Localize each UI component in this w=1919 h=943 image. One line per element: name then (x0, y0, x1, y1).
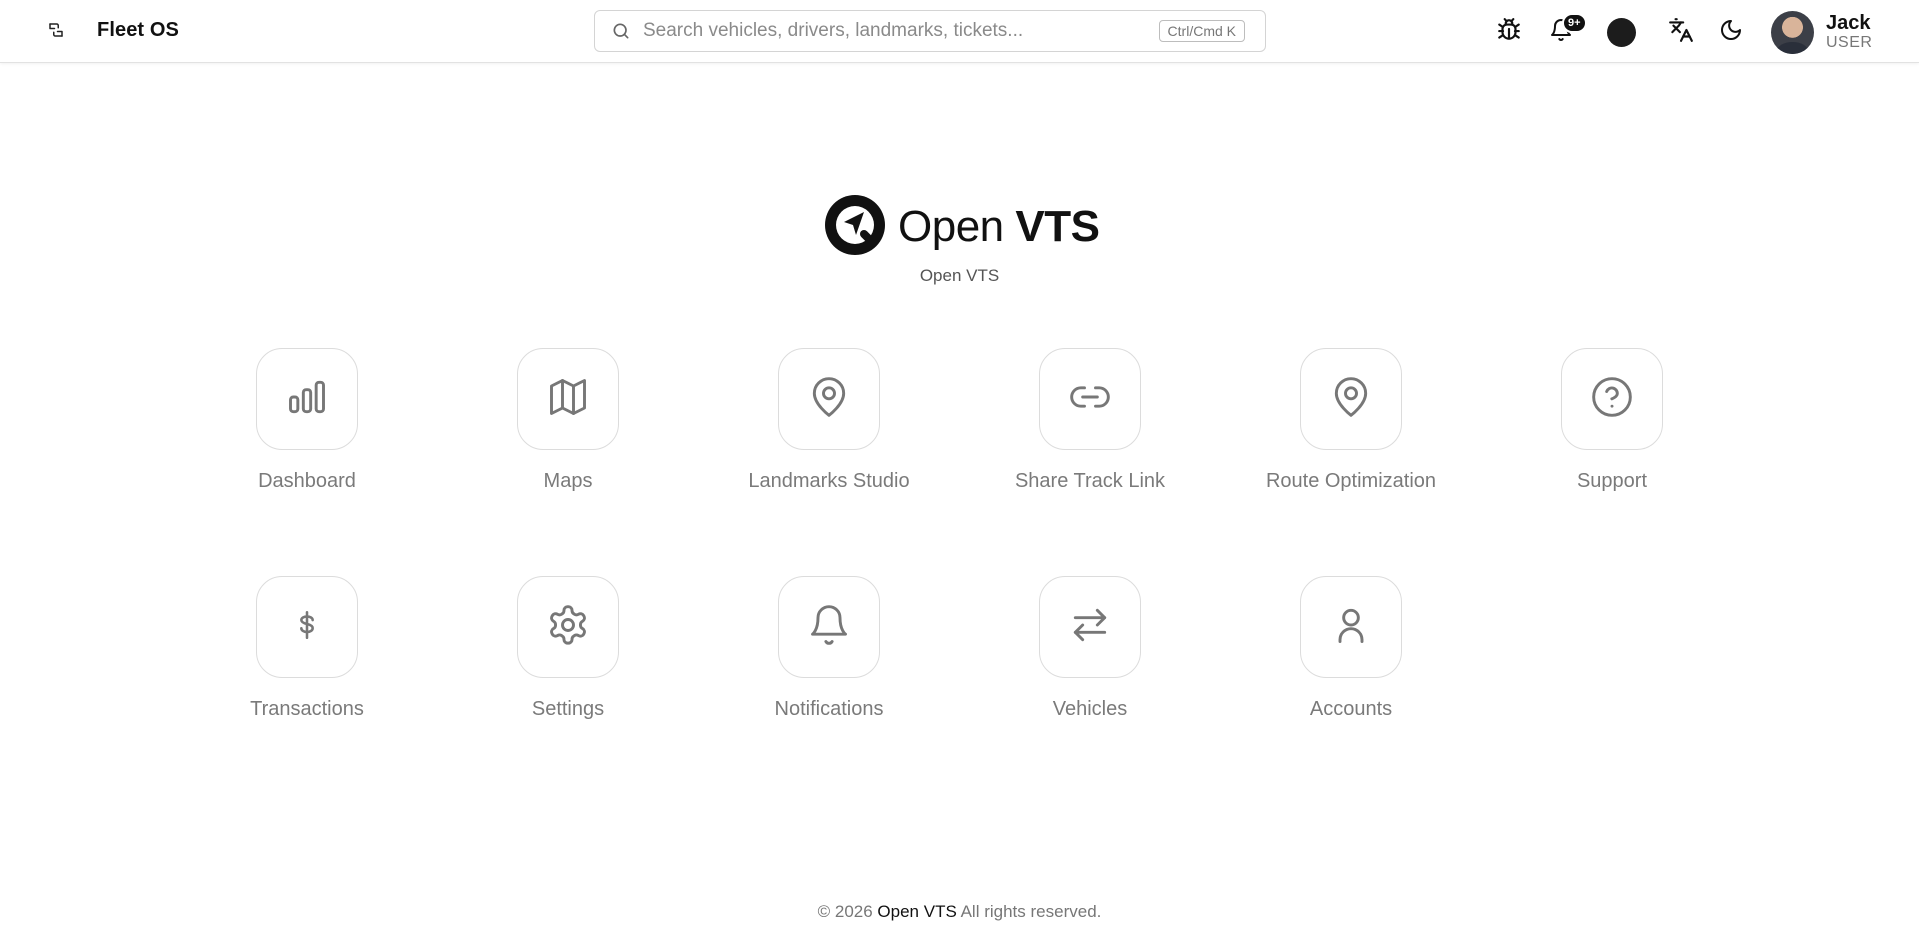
app-icon-box (517, 576, 619, 678)
product-logo: Open VTS (824, 194, 1100, 261)
app-tile-accounts[interactable]: Accounts (1251, 576, 1451, 736)
translate-icon (1668, 17, 1694, 48)
app-tile-share-track-link[interactable]: Share Track Link (990, 348, 1190, 508)
app-icon-box (1300, 576, 1402, 678)
open-vts-logo-icon (824, 194, 886, 261)
footer-copyright: © 2026 (817, 902, 873, 921)
app-tile-vehicles[interactable]: Vehicles (990, 576, 1190, 736)
app-tile-route-optimization[interactable]: Route Optimization (1251, 348, 1451, 508)
user-menu[interactable]: Jack USER (1771, 10, 1872, 54)
dark-mode-toggle[interactable] (1712, 13, 1750, 51)
map-icon (546, 375, 590, 424)
theme-swatch (1606, 17, 1636, 47)
app-icon-box (1561, 348, 1663, 450)
dollar-icon (290, 608, 324, 647)
app-label: Vehicles (1052, 698, 1128, 720)
logo-wordmark: Open VTS (898, 202, 1100, 252)
app-icon-box (1039, 576, 1141, 678)
app-tile-dashboard[interactable]: Dashboard (207, 348, 407, 508)
app-icon-box (1300, 348, 1402, 450)
gear-icon (546, 603, 590, 652)
app-tile-settings[interactable]: Settings (468, 576, 668, 736)
app-label: Notifications (774, 698, 884, 720)
link-icon (1068, 375, 1112, 424)
user-name: Jack (1826, 12, 1871, 35)
app-label: Share Track Link (1014, 470, 1166, 492)
bug-icon (1496, 17, 1522, 48)
app-label: Accounts (1309, 698, 1393, 720)
bar-chart-icon (285, 375, 329, 424)
app-icon-box (1039, 348, 1141, 450)
app-icon-box (256, 348, 358, 450)
map-pin-icon (1329, 375, 1373, 424)
language-button[interactable] (1662, 13, 1700, 51)
app-icon-box (517, 348, 619, 450)
bell-icon (807, 603, 851, 652)
global-search[interactable]: Ctrl/Cmd K (594, 10, 1266, 52)
app-icon-box (256, 576, 358, 678)
app-tile-support[interactable]: Support (1512, 348, 1712, 508)
app-icon-box (778, 348, 880, 450)
app-tile-notifications[interactable]: Notifications (729, 576, 929, 736)
user-icon (1329, 603, 1373, 652)
app-icon-box (778, 576, 880, 678)
sidebar-toggle-button[interactable] (38, 14, 74, 50)
help-circle-icon (1590, 375, 1634, 424)
app-label: Transactions (250, 698, 364, 720)
theme-color-button[interactable] (1602, 13, 1640, 51)
footer-rights: All rights reserved. (960, 902, 1102, 921)
brand-title: Fleet OS (97, 19, 179, 41)
app-label: Route Optimization (1265, 470, 1437, 492)
sidebar-toggle-icon (47, 21, 65, 44)
bug-report-button[interactable] (1490, 13, 1528, 51)
app-label: Dashboard (258, 470, 356, 492)
search-icon (611, 21, 631, 41)
map-pin-icon (807, 375, 851, 424)
app-label: Settings (531, 698, 605, 720)
top-bar: Fleet OS Ctrl/Cmd K 9+ (0, 0, 1919, 63)
logo-word-bold: VTS (1015, 202, 1100, 251)
search-shortcut-hint: Ctrl/Cmd K (1158, 20, 1245, 42)
product-tagline: Open VTS (919, 266, 1000, 285)
user-role: USER (1826, 34, 1873, 52)
moon-icon (1719, 18, 1743, 47)
app-label: Maps (543, 470, 593, 492)
app-tile-maps[interactable]: Maps (468, 348, 668, 508)
app-label: Support (1576, 470, 1648, 492)
app-tile-transactions[interactable]: Transactions (207, 576, 407, 736)
arrows-swap-icon (1068, 603, 1112, 652)
notifications-button[interactable]: 9+ (1542, 13, 1587, 51)
logo-word-light: Open (898, 202, 1004, 251)
footer: © 2026 Open VTS All rights reserved. (0, 902, 1919, 922)
app-tile-landmarks-studio[interactable]: Landmarks Studio (729, 348, 929, 508)
app-label: Landmarks Studio (748, 470, 910, 492)
notification-count-badge: 9+ (1562, 13, 1587, 33)
search-input[interactable] (643, 20, 1159, 42)
avatar (1771, 10, 1814, 54)
footer-brand: Open VTS (877, 902, 957, 921)
